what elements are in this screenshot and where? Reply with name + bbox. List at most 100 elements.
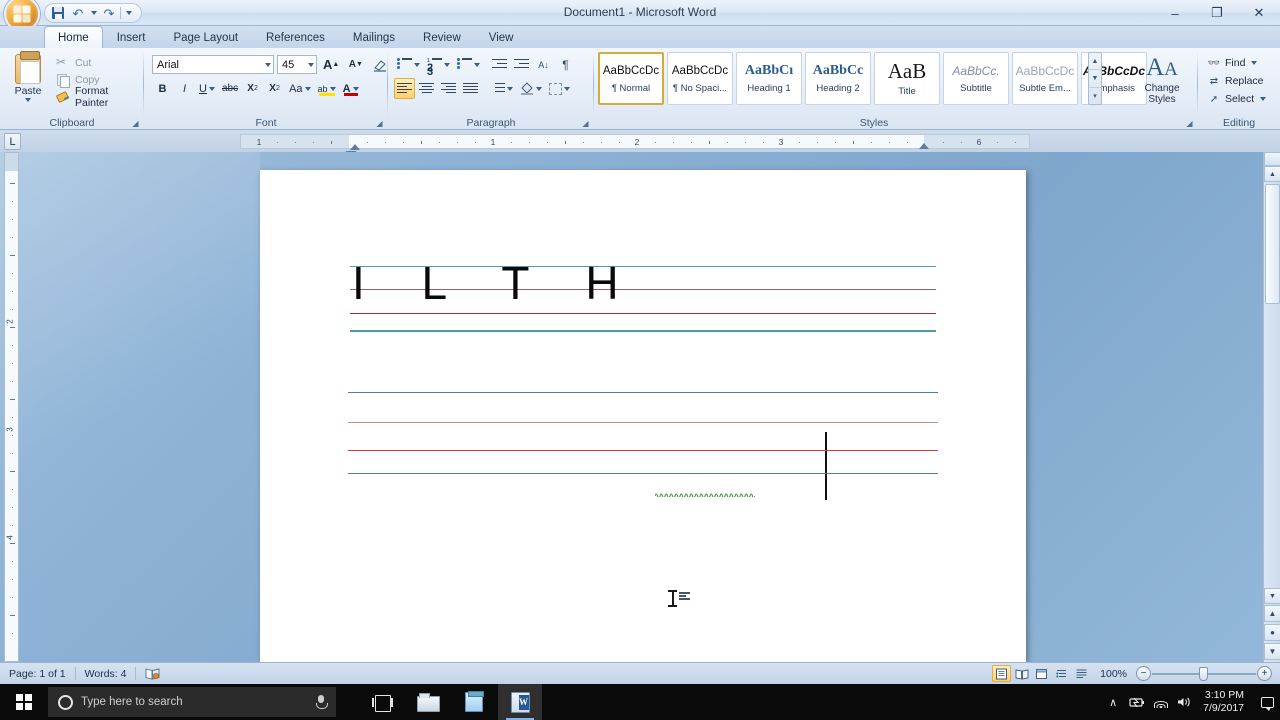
grow-font-button[interactable]: A ▲	[320, 54, 342, 75]
change-case-button[interactable]: Aa	[286, 78, 313, 99]
scroll-down-button[interactable]: ▼	[1264, 588, 1280, 604]
decrease-indent-button[interactable]	[489, 54, 510, 75]
bold-button[interactable]: B	[152, 78, 173, 99]
taskbar-app-file-explorer[interactable]	[406, 684, 450, 720]
network-icon[interactable]	[1149, 684, 1173, 720]
zoom-slider[interactable]	[1152, 666, 1256, 681]
multilevel-list-button[interactable]	[454, 54, 483, 75]
underline-dropdown-icon[interactable]	[208, 86, 215, 91]
tab-references[interactable]: References	[252, 26, 339, 48]
text-highlight-button[interactable]: ab	[315, 78, 339, 99]
view-full-screen-reading-button[interactable]	[1012, 665, 1031, 682]
font-dialog-launcher[interactable]: ◢	[374, 118, 385, 129]
format-painter-button[interactable]: Format Painter	[52, 85, 144, 109]
style-heading-2[interactable]: AaBbCc Heading 2	[805, 52, 871, 105]
change-styles-button[interactable]: AA Change Styles	[1134, 52, 1190, 114]
borders-button[interactable]	[546, 78, 573, 99]
action-center-button[interactable]	[1254, 684, 1280, 720]
tab-stop-selector[interactable]: L	[4, 133, 21, 150]
task-view-button[interactable]	[360, 684, 404, 720]
font-color-button[interactable]: A	[340, 78, 362, 99]
justify-button[interactable]	[460, 78, 481, 99]
minimize-button[interactable]: –	[1154, 0, 1196, 26]
find-button[interactable]: 👓 Find	[1204, 54, 1269, 72]
align-right-button[interactable]	[438, 78, 459, 99]
scrollbar-thumb[interactable]	[1265, 184, 1280, 304]
shading-dropdown-icon[interactable]	[536, 86, 542, 91]
increase-indent-button[interactable]	[511, 54, 532, 75]
tab-page-layout[interactable]: Page Layout	[159, 26, 252, 48]
style-normal[interactable]: AaBbCcDc ¶ Normal	[598, 52, 664, 105]
view-web-layout-button[interactable]	[1032, 665, 1051, 682]
styles-scroll-up-button[interactable]: ▲	[1089, 53, 1101, 69]
taskbar-search-input[interactable]: Type here to search	[48, 687, 336, 717]
vertical-ruler[interactable]: 2 3 4	[4, 152, 19, 662]
strikethrough-button[interactable]: abc	[219, 78, 241, 99]
multilevel-dropdown-icon[interactable]	[474, 62, 480, 67]
close-button[interactable]: ✕	[1238, 0, 1280, 26]
shading-button[interactable]	[517, 78, 545, 99]
tab-mailings[interactable]: Mailings	[339, 26, 409, 48]
style-subtle-emphasis[interactable]: AaBbCcDc Subtle Em...	[1012, 52, 1078, 105]
page-indicator[interactable]: Page: 1 of 1	[0, 663, 75, 685]
cut-button[interactable]: Cut	[52, 54, 144, 71]
restore-button[interactable]: ❐	[1196, 0, 1238, 26]
previous-page-button[interactable]: ▲	[1264, 605, 1280, 622]
paste-dropdown-icon[interactable]	[25, 98, 31, 102]
sort-button[interactable]: A↓	[533, 54, 554, 75]
numbering-button[interactable]: 123	[424, 54, 453, 78]
select-button[interactable]: ➚ Select	[1204, 90, 1269, 108]
find-dropdown-icon[interactable]	[1251, 61, 1258, 65]
battery-icon[interactable]	[1125, 684, 1149, 720]
tab-review[interactable]: Review	[409, 26, 475, 48]
zoom-slider-thumb[interactable]	[1199, 666, 1208, 681]
view-outline-button[interactable]	[1052, 665, 1071, 682]
next-page-button[interactable]: ▼	[1264, 643, 1280, 660]
word-count-indicator[interactable]: Words: 4	[76, 663, 136, 685]
taskbar-clock[interactable]: 3:10 PM 7/9/2017	[1197, 684, 1254, 720]
hanging-indent-marker[interactable]	[350, 144, 360, 150]
document-text[interactable]: I L T H	[352, 260, 641, 306]
shrink-font-button[interactable]: A ▼	[345, 54, 366, 75]
zoom-level-label[interactable]: 100%	[1092, 668, 1135, 680]
start-button[interactable]	[0, 684, 48, 720]
tab-view[interactable]: View	[475, 26, 528, 48]
font-color-dropdown-icon[interactable]	[352, 86, 359, 91]
microphone-icon[interactable]	[316, 695, 328, 709]
right-indent-marker[interactable]	[919, 143, 929, 149]
bullets-button[interactable]	[394, 54, 423, 75]
line-spacing-button[interactable]	[487, 78, 516, 99]
volume-icon[interactable]	[1173, 684, 1197, 720]
font-name-dropdown-icon[interactable]	[265, 62, 271, 67]
subscript-button[interactable]: X2	[242, 78, 263, 99]
taskbar-app-notepad[interactable]	[452, 684, 496, 720]
style-subtitle[interactable]: AaBbCc. Subtitle	[943, 52, 1009, 105]
italic-button[interactable]: I	[174, 78, 195, 99]
view-draft-button[interactable]	[1072, 665, 1091, 682]
zoom-out-button[interactable]: −	[1136, 666, 1151, 681]
line-spacing-dropdown-icon[interactable]	[507, 86, 513, 91]
styles-more-button[interactable]: ▾	[1089, 86, 1101, 104]
zoom-in-button[interactable]: +	[1257, 666, 1272, 681]
paragraph-dialog-launcher[interactable]: ◢	[580, 118, 591, 129]
document-page[interactable]: I L T H	[260, 170, 1026, 662]
replace-button[interactable]: ⇄ Replace	[1204, 72, 1269, 90]
highlight-dropdown-icon[interactable]	[329, 86, 336, 91]
tab-insert[interactable]: Insert	[103, 26, 160, 48]
show-hidden-icons-button[interactable]: ∧	[1101, 684, 1125, 720]
paste-button[interactable]: Paste	[8, 51, 48, 114]
view-print-layout-button[interactable]	[992, 665, 1012, 682]
underline-button[interactable]: U	[196, 78, 218, 99]
horizontal-ruler[interactable]: 1 1 2 3 6	[240, 134, 1030, 156]
proofing-status-button[interactable]	[136, 663, 169, 685]
font-name-input[interactable]: Arial	[152, 55, 274, 74]
numbering-dropdown-icon[interactable]	[444, 62, 450, 67]
styles-scroll-down-button[interactable]: ▼	[1089, 69, 1101, 86]
taskbar-app-microsoft-word[interactable]: W	[498, 684, 542, 720]
clipboard-dialog-launcher[interactable]: ◢	[130, 118, 141, 129]
vertical-scrollbar[interactable]: ▲ ▼ ▲ ● ▼	[1263, 152, 1280, 662]
align-left-button[interactable]	[394, 78, 415, 99]
style-title[interactable]: AaB Title	[874, 52, 940, 105]
tab-home[interactable]: Home	[44, 26, 103, 48]
bullets-dropdown-icon[interactable]	[414, 62, 420, 67]
